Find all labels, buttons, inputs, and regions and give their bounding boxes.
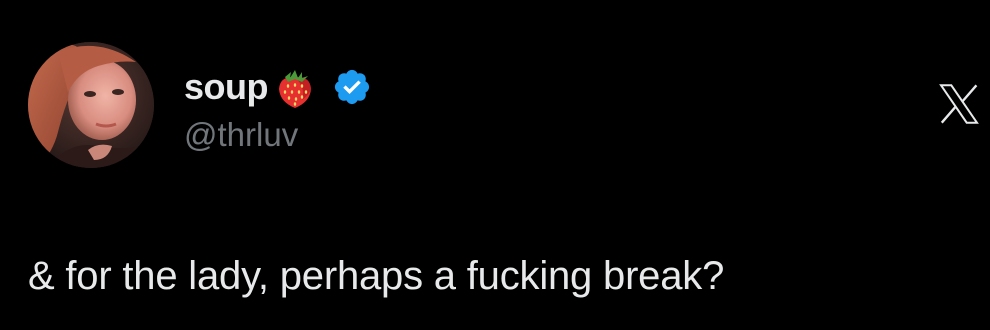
tweet-card: soup @thrluv & for the lady, perhaps a f… — [0, 0, 990, 330]
avatar-image — [28, 42, 154, 168]
strawberry-icon — [279, 70, 311, 108]
x-logo-icon[interactable] — [936, 82, 982, 126]
author-handle[interactable]: @thrluv — [184, 118, 298, 151]
avatar[interactable] — [28, 42, 154, 168]
author-name-row: soup — [184, 62, 372, 112]
tweet-text: & for the lady, perhaps a fucking break? — [28, 254, 725, 298]
display-name[interactable]: soup — [184, 69, 269, 105]
verified-badge-icon[interactable] — [332, 67, 372, 107]
